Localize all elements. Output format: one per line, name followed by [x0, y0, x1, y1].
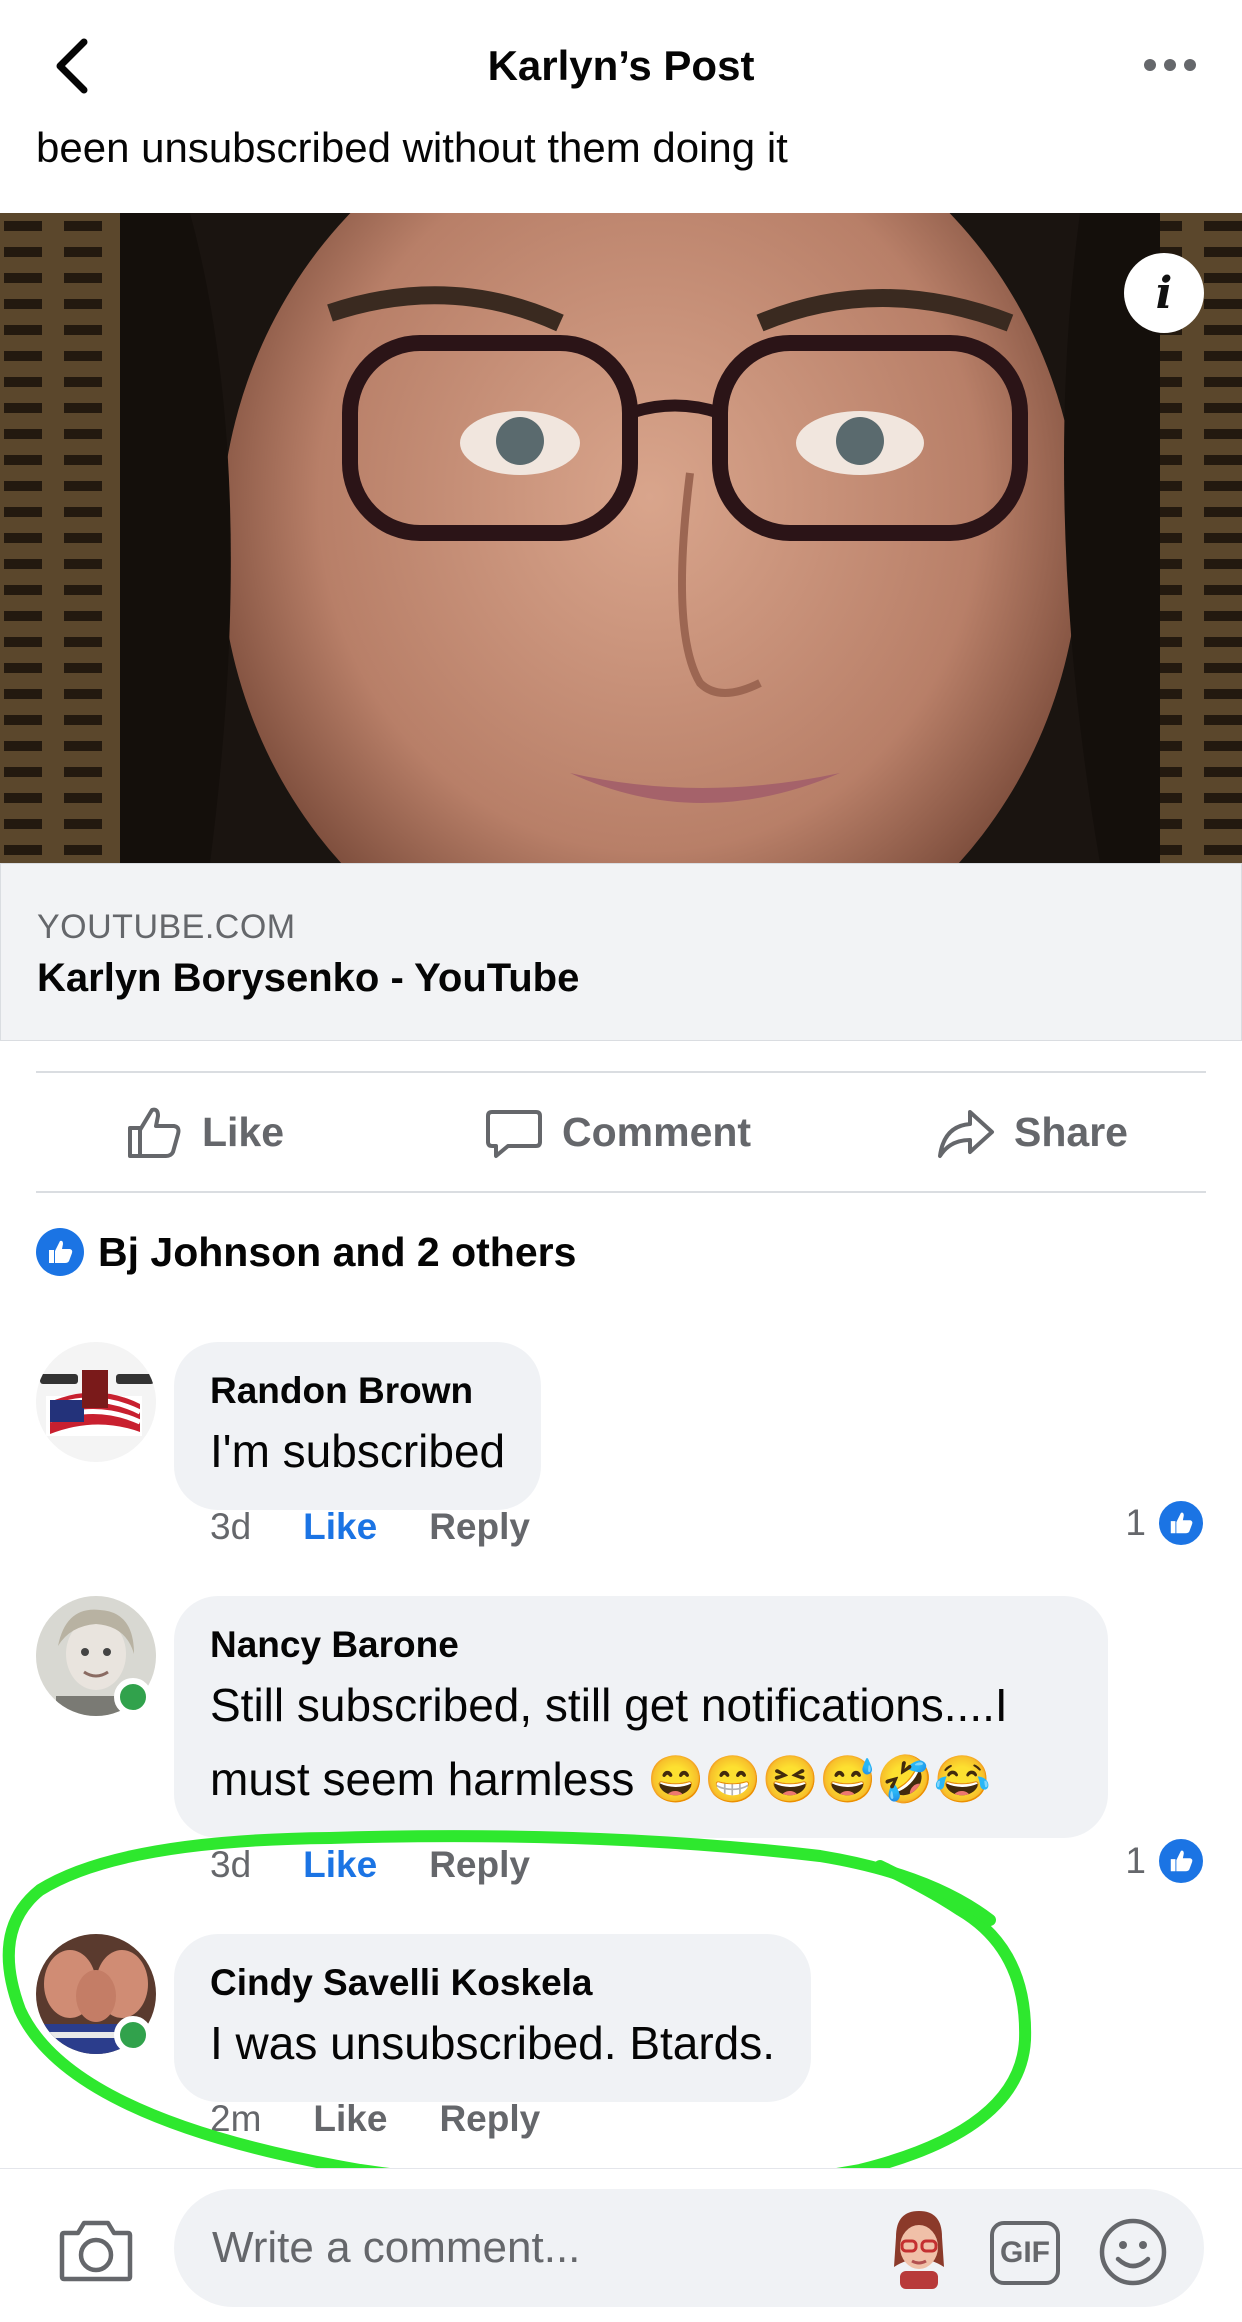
- like-reaction-icon: [1156, 1498, 1206, 1548]
- like-label: Like: [202, 1108, 285, 1155]
- reactions-summary[interactable]: Bj Johnson and 2 others: [36, 1228, 576, 1276]
- like-reaction-icon: [1156, 1836, 1206, 1886]
- comment-meta: 3d Like Reply: [210, 1506, 530, 1548]
- comment-bubble-icon: [486, 1110, 542, 1158]
- comment-button[interactable]: Comment: [484, 1073, 751, 1191]
- like-button[interactable]: Like: [124, 1073, 284, 1191]
- comment-label: Comment: [562, 1108, 752, 1155]
- comment-randon-brown: Randon Brown I'm subscribed 3d Like Repl…: [36, 1342, 1206, 1548]
- comment-time: 2m: [210, 2098, 262, 2139]
- comment-text-line-2: must seem harmless 😄😁😆😅🤣😂: [210, 1742, 1072, 1816]
- commenter-name[interactable]: Nancy Barone: [210, 1622, 1072, 1668]
- action-bar: Like Comment Share: [36, 1071, 1206, 1193]
- like-reaction-icon: [36, 1228, 84, 1276]
- emoji-icon[interactable]: [1098, 2217, 1168, 2287]
- comment-composer: Write a comment... GIF: [0, 2168, 1242, 2322]
- comment-time: 3d: [210, 1506, 252, 1547]
- comment-meta: 2m Like Reply: [210, 2098, 540, 2140]
- thumbs-up-outline-icon: [128, 1107, 181, 1158]
- comment-meta: 3d Like Reply: [210, 1844, 530, 1886]
- header: Karlyn’s Post: [0, 0, 1242, 130]
- comment-like-button[interactable]: Like: [303, 1506, 377, 1548]
- avatar-sticker-icon[interactable]: [886, 2207, 952, 2289]
- emoji-sequence: 😄😁😆😅🤣😂: [647, 1753, 991, 1805]
- comment-text-part: must seem harmless: [210, 1753, 635, 1805]
- comment-time: 3d: [210, 1844, 252, 1885]
- comment-reply-button[interactable]: Reply: [429, 1844, 530, 1886]
- share-arrow-icon: [938, 1110, 994, 1158]
- link-title: Karlyn Borysenko - YouTube: [37, 956, 580, 1000]
- comment-nancy-barone: Nancy Barone Still subscribed, still get…: [36, 1596, 1206, 1896]
- online-status-dot: [114, 2016, 152, 2054]
- comment-like-button[interactable]: Like: [303, 1844, 377, 1886]
- reaction-count-number: 1: [1125, 1502, 1146, 1543]
- post-text: been unsubscribed without them doing it: [36, 124, 788, 171]
- online-status-dot: [114, 1678, 152, 1716]
- avatar[interactable]: [36, 1342, 156, 1462]
- commenter-name[interactable]: Cindy Savelli Koskela: [210, 1960, 775, 2006]
- more-options-icon[interactable]: [1140, 50, 1200, 80]
- share-button[interactable]: Share: [936, 1073, 1128, 1191]
- comment-reaction-count[interactable]: 1: [1125, 1836, 1206, 1886]
- comment-like-button[interactable]: Like: [313, 2098, 387, 2140]
- gif-button[interactable]: GIF: [990, 2221, 1060, 2285]
- comment-reply-button[interactable]: Reply: [439, 2098, 540, 2140]
- comment-text: I was unsubscribed. Btards.: [210, 2017, 776, 2069]
- share-label: Share: [1014, 1108, 1128, 1155]
- commenter-name[interactable]: Randon Brown: [210, 1368, 505, 1414]
- comment-cindy-savelli-koskela: Cindy Savelli Koskela I was unsubscribed…: [36, 1934, 1206, 2139]
- camera-icon[interactable]: [58, 2217, 134, 2283]
- comment-reaction-count[interactable]: 1: [1125, 1498, 1206, 1548]
- comment-bubble[interactable]: Nancy Barone Still subscribed, still get…: [174, 1596, 1108, 1838]
- comment-reply-button[interactable]: Reply: [429, 1506, 530, 1548]
- link-domain: YOUTUBE.COM: [37, 908, 296, 946]
- link-preview-card[interactable]: YOUTUBE.COM Karlyn Borysenko - YouTube: [0, 863, 1242, 1041]
- comment-text-line-1: Still subscribed, still get notification…: [210, 1679, 1008, 1731]
- reactions-text: Bj Johnson and 2 others: [98, 1228, 577, 1275]
- link-preview-image[interactable]: i: [0, 213, 1242, 863]
- comment-bubble[interactable]: Cindy Savelli Koskela I was unsubscribed…: [174, 1934, 812, 2102]
- page-title: Karlyn’s Post: [487, 42, 755, 89]
- comment-text: I'm subscribed: [210, 1425, 506, 1477]
- portrait-illustration: [0, 213, 1242, 863]
- post-screen: Karlyn’s Post been unsubscribed without …: [0, 0, 1242, 2322]
- info-icon[interactable]: i: [1124, 253, 1204, 333]
- comment-bubble[interactable]: Randon Brown I'm subscribed: [174, 1342, 542, 1510]
- reaction-count-number: 1: [1125, 1840, 1146, 1881]
